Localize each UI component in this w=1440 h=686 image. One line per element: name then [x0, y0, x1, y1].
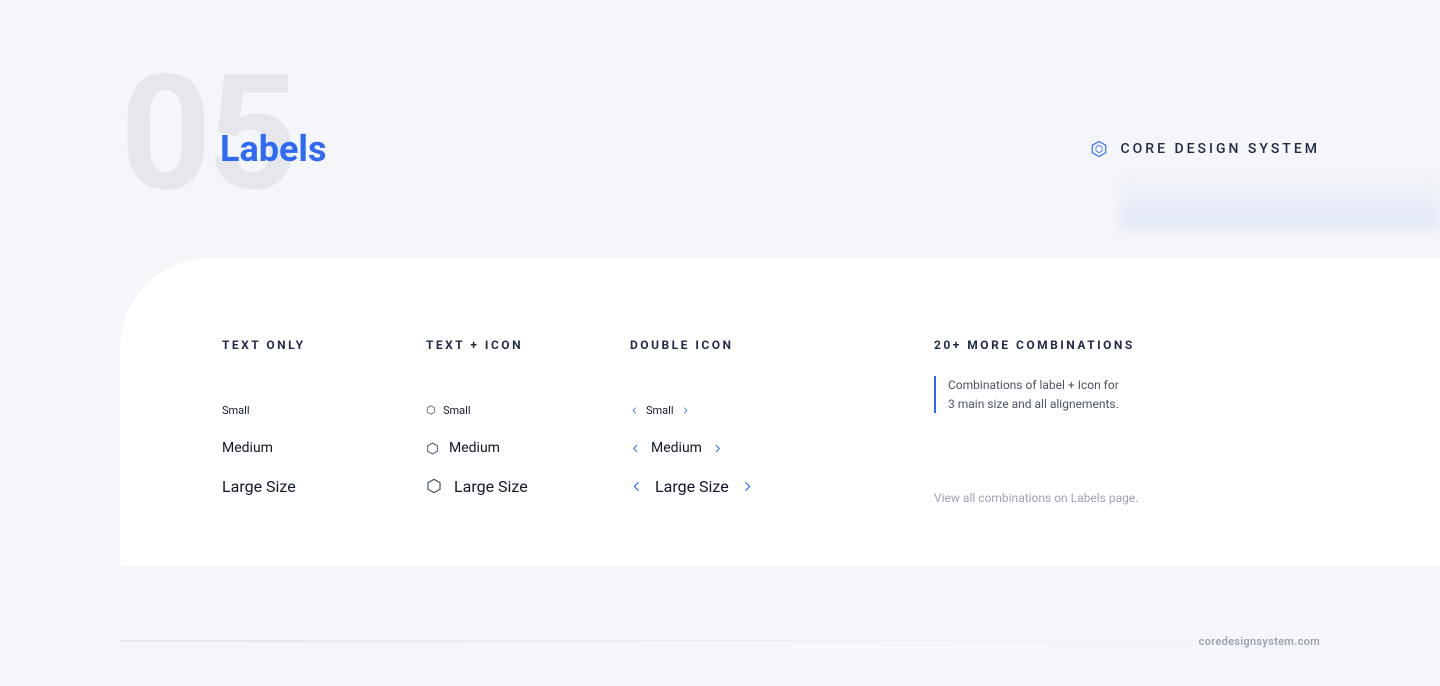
- brand-hexagon-icon: [1090, 140, 1108, 158]
- col-text-icon: TEXT + ICON Small Medium: [426, 338, 558, 496]
- label-text-icon-large: Large Size: [426, 476, 558, 496]
- col-header-more: 20+ MORE COMBINATIONS: [934, 338, 1234, 352]
- more-description-line: 3 main size and all alignements.: [948, 395, 1154, 414]
- label-text: Small: [222, 404, 250, 417]
- label-double-icon-small: Small: [630, 400, 790, 420]
- view-all-text: View all combinations on Labels page.: [934, 491, 1234, 505]
- label-text: Small: [646, 404, 674, 417]
- label-text-only-large: Large Size: [222, 476, 354, 496]
- chevron-right-icon: [741, 480, 754, 493]
- label-text: Large Size: [222, 477, 296, 496]
- page-title: Labels: [220, 128, 326, 170]
- chevron-right-icon: [712, 443, 723, 454]
- brand-glow: [1120, 170, 1440, 230]
- label-double-icon-medium: Medium: [630, 438, 790, 458]
- chevron-left-icon: [630, 480, 643, 493]
- chevron-left-icon: [630, 443, 641, 454]
- label-text: Medium: [651, 440, 702, 456]
- columns: TEXT ONLY Small Medium Large Size TEXT +…: [222, 338, 1440, 505]
- hexagon-icon: [426, 442, 439, 455]
- more-description-line: Combinations of label + Icon for: [948, 376, 1154, 395]
- label-text: Large Size: [655, 477, 729, 496]
- hexagon-icon: [426, 405, 436, 415]
- label-text-icon-small: Small: [426, 400, 558, 420]
- chevron-right-icon: [681, 406, 690, 415]
- footer-divider: [120, 640, 1320, 642]
- col-header-double-icon: DOUBLE ICON: [630, 338, 790, 352]
- chevron-left-icon: [630, 406, 639, 415]
- col-more-combinations: 20+ MORE COMBINATIONS Combinations of la…: [934, 338, 1234, 505]
- col-header-text-icon: TEXT + ICON: [426, 338, 558, 352]
- col-text-only: TEXT ONLY Small Medium Large Size: [222, 338, 354, 496]
- col-header-text-only: TEXT ONLY: [222, 338, 354, 352]
- col-double-icon: DOUBLE ICON Small Medium: [630, 338, 790, 496]
- brand-label: CORE DESIGN SYSTEM: [1120, 141, 1320, 157]
- content-panel: TEXT ONLY Small Medium Large Size TEXT +…: [120, 258, 1440, 566]
- label-text-icon-medium: Medium: [426, 438, 558, 458]
- label-text: Large Size: [454, 477, 528, 496]
- label-text: Small: [443, 404, 471, 417]
- hexagon-icon: [426, 478, 442, 494]
- label-text: Medium: [222, 440, 273, 456]
- label-double-icon-large: Large Size: [630, 476, 790, 496]
- label-text-only-small: Small: [222, 400, 354, 420]
- footer-url: coredesignsystem.com: [1199, 635, 1320, 648]
- brand-block: CORE DESIGN SYSTEM: [1090, 140, 1320, 158]
- label-text-only-medium: Medium: [222, 438, 354, 458]
- more-description: Combinations of label + Icon for 3 main …: [934, 376, 1154, 413]
- label-text: Medium: [449, 440, 500, 456]
